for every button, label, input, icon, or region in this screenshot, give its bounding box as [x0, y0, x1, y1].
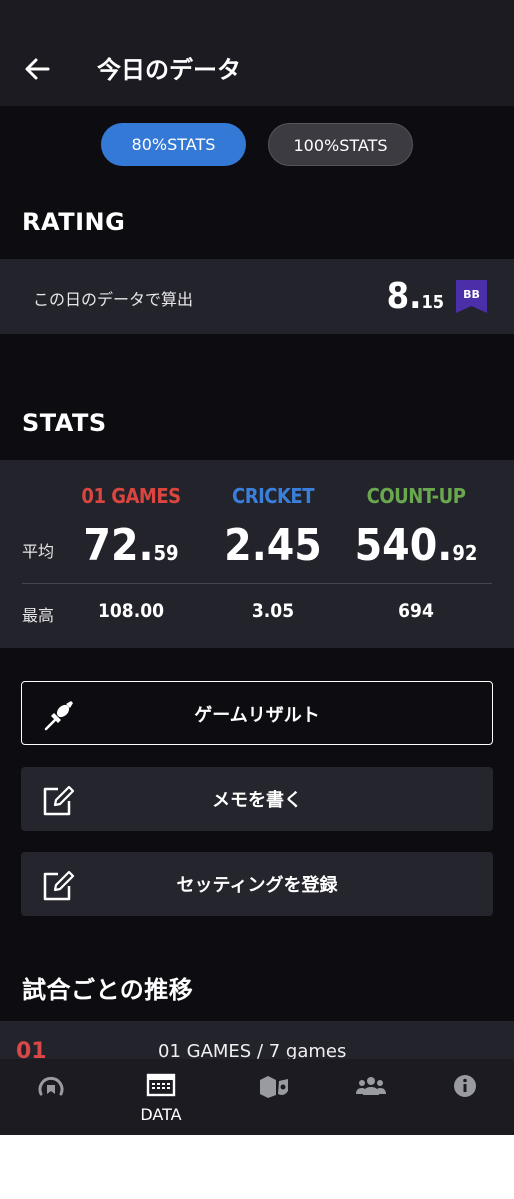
register-setting-button[interactable]: セッティングを登録: [21, 852, 493, 916]
rating-value-decimal: 15: [421, 292, 444, 313]
calendar-icon: [146, 1073, 176, 1097]
page-title: 今日のデータ: [97, 56, 241, 84]
average-01-games: 72.59: [56, 520, 206, 571]
bottom-nav: DATA: [0, 1059, 514, 1135]
stats-panel: 01 GAMES CRICKET COUNT-UP 平均 72.59 2.45 …: [0, 460, 514, 648]
max-row-label: 最高: [22, 606, 55, 625]
nav-item-friends[interactable]: [320, 1059, 422, 1135]
awards-icon: [260, 1076, 288, 1098]
info-icon: [454, 1075, 476, 1097]
arrow-left-icon[interactable]: [22, 54, 52, 84]
average-count-up: 540.92: [341, 520, 491, 571]
friends-icon: [356, 1077, 386, 1095]
write-memo-label: メモを書く: [212, 790, 302, 811]
nav-item-data[interactable]: DATA: [110, 1059, 212, 1135]
app-bar: 今日のデータ: [0, 0, 514, 106]
average-row-label: 平均: [22, 542, 55, 561]
max-01-games: 108.00: [98, 600, 164, 622]
trend-game-tag: 01: [16, 1039, 47, 1061]
stats-heading: STATS: [22, 409, 107, 437]
nav-item-info[interactable]: [414, 1059, 514, 1135]
average-count-up-integer: 540.: [354, 520, 453, 571]
rating-label: この日のデータで算出: [33, 290, 194, 309]
max-cricket: 3.05: [251, 600, 295, 622]
rating-class-badge: BB: [456, 280, 487, 313]
average-cricket: 2.45: [198, 520, 348, 571]
average-cricket-integer: 2.45: [224, 520, 322, 571]
average-01-games-integer: 72.: [83, 520, 154, 571]
rating-badge-text: BB: [463, 288, 480, 301]
write-memo-button[interactable]: メモを書く: [21, 767, 493, 831]
column-count-up: COUNT-UP: [366, 484, 466, 508]
column-cricket: CRICKET: [232, 484, 314, 508]
average-count-up-decimal: 92: [452, 541, 478, 565]
game-result-label: ゲームリザルト: [194, 705, 320, 726]
tab-80-stats[interactable]: 80%STATS: [101, 123, 246, 166]
max-count-up: 694: [398, 600, 434, 622]
trend-game-title: 01 GAMES / 7 games: [158, 1041, 347, 1061]
nav-label-data: DATA: [140, 1105, 182, 1124]
tab-100-stats[interactable]: 100%STATS: [268, 123, 413, 166]
trend-heading: 試合ごとの推移: [22, 976, 194, 1004]
rating-heading: RATING: [22, 208, 126, 236]
rating-gauge-icon: [38, 1076, 64, 1096]
rating-value-integer: 8.: [386, 276, 422, 317]
average-01-games-decimal: 59: [153, 541, 179, 565]
stats-tabs: 80%STATS 100%STATS: [0, 123, 514, 166]
nav-item-rating[interactable]: [0, 1059, 102, 1135]
nav-item-awards[interactable]: [223, 1059, 325, 1135]
trend-list-item[interactable]: 01 01 GAMES / 7 games: [0, 1021, 514, 1061]
register-setting-label: セッティングを登録: [176, 875, 338, 896]
rating-value: 8.15: [387, 276, 444, 317]
column-01-games: 01 GAMES: [81, 484, 181, 508]
system-bar-area: [0, 1135, 514, 1199]
stats-divider: [22, 583, 492, 584]
game-result-button[interactable]: ゲームリザルト: [21, 681, 493, 745]
rating-row: この日のデータで算出 8.15: [0, 259, 514, 334]
